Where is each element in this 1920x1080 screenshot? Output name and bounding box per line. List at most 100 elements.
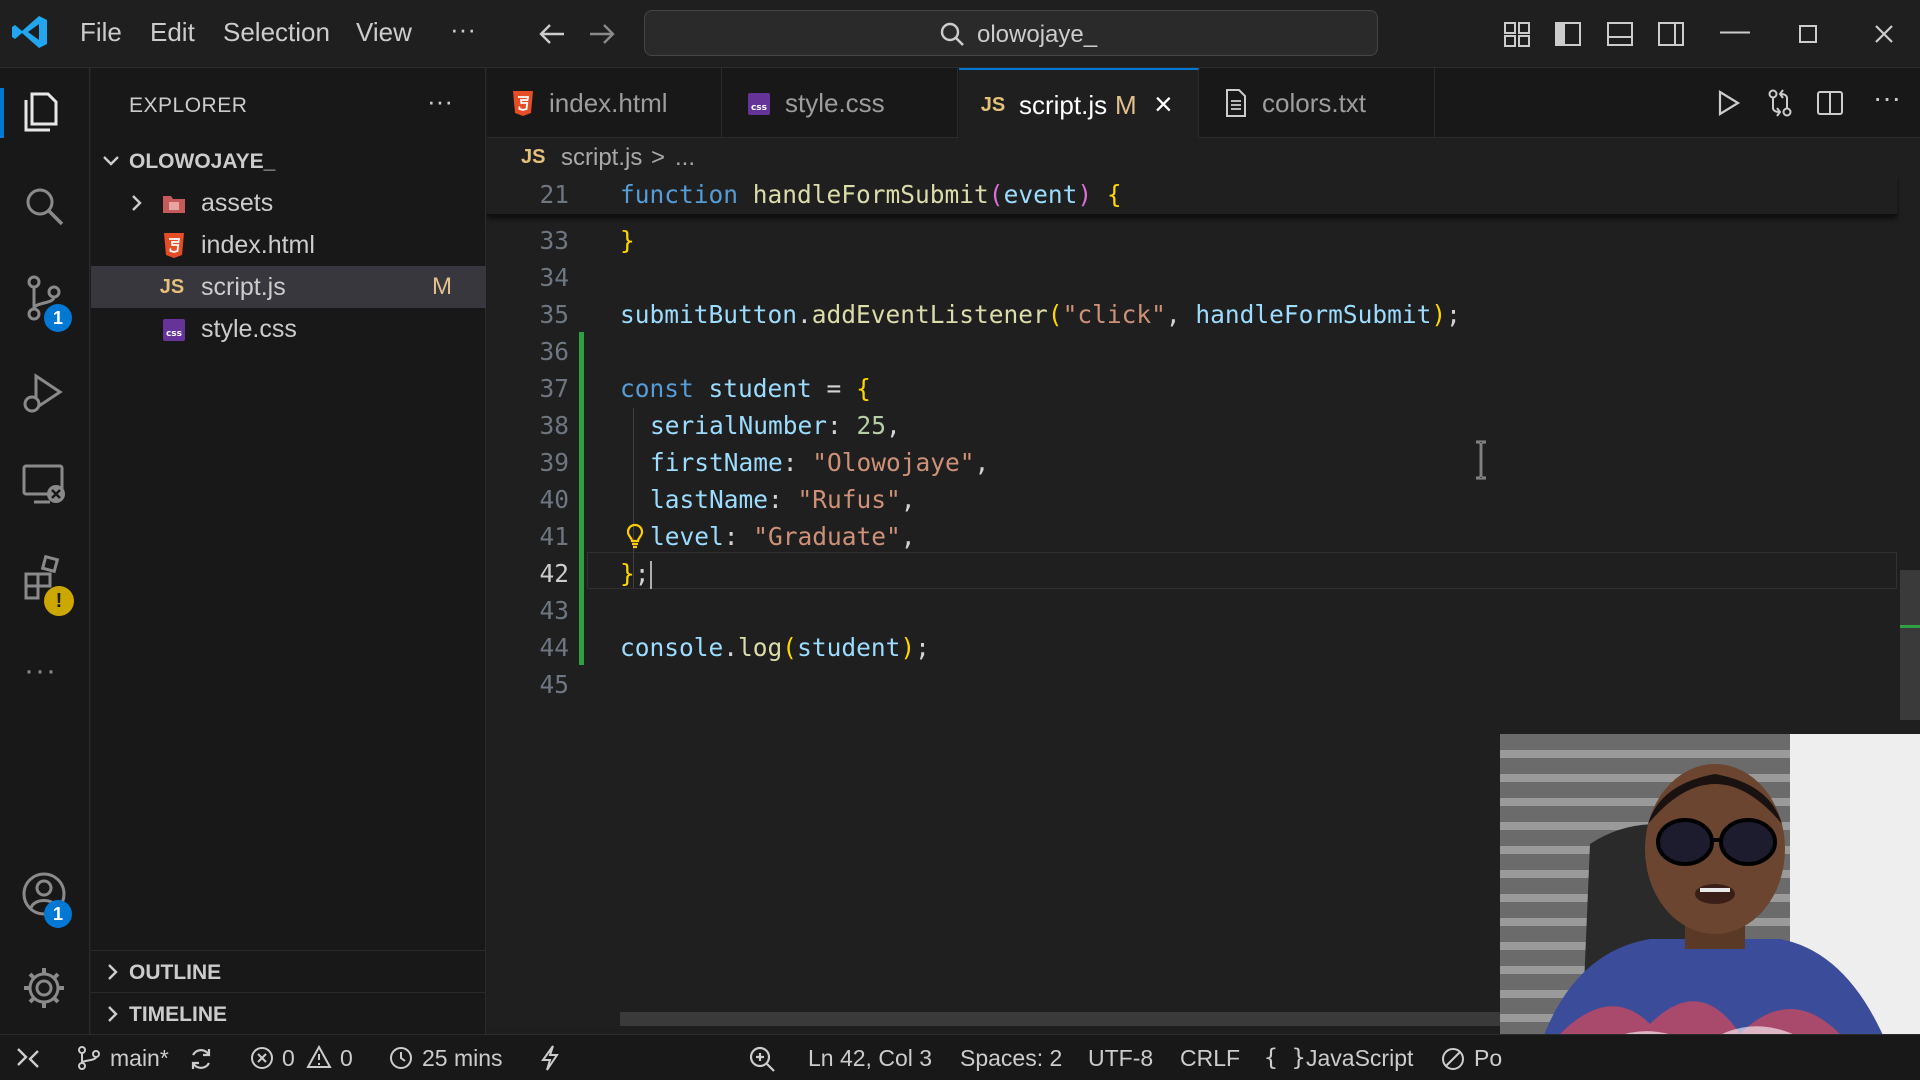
menu-more[interactable]: ···: [450, 14, 476, 45]
maximize-icon[interactable]: [1798, 24, 1818, 44]
sync-icon[interactable]: [188, 1046, 214, 1072]
sticky-scroll-header[interactable]: 21 function handleFormSubmit(event) {: [487, 176, 1897, 216]
css-file-icon: css: [745, 88, 773, 118]
code-line: 33 }: [487, 222, 1897, 259]
end-of-line[interactable]: CRLF: [1180, 1045, 1240, 1072]
minimize-icon[interactable]: —: [1715, 14, 1755, 48]
code-line: 44 console.log(student);: [487, 629, 1897, 666]
code-line: 37 const student = {: [487, 370, 1897, 407]
more-views-icon[interactable]: ···: [24, 654, 57, 688]
code-token: {: [1106, 180, 1122, 209]
code-token: :: [782, 448, 813, 477]
compare-changes-icon[interactable]: [1765, 88, 1795, 118]
vertical-scrollbar[interactable]: [1900, 180, 1920, 725]
html-file-icon: [161, 231, 187, 259]
braces-icon: { }: [1264, 1045, 1306, 1071]
code-token: ): [900, 633, 916, 662]
more-actions-icon[interactable]: ···: [1873, 82, 1901, 114]
prettier-disabled-icon[interactable]: [1440, 1046, 1466, 1072]
tab-index-html[interactable]: index.html: [487, 68, 722, 138]
indentation[interactable]: Spaces: 2: [960, 1045, 1062, 1072]
tree-item-script-js[interactable]: JS script.js M: [91, 266, 486, 308]
code-token: ,: [974, 448, 990, 477]
code-line: 42 };: [487, 555, 1897, 592]
code-token: (: [782, 633, 798, 662]
toggle-secondary-sidebar-icon[interactable]: [1657, 20, 1685, 48]
warning-count[interactable]: 0: [340, 1045, 353, 1072]
workspace-root-label: OLOWOJAYE_: [129, 150, 276, 173]
git-branch-icon: [78, 1046, 100, 1070]
code-token: lastName: [650, 485, 769, 514]
active-view-indicator: [0, 88, 4, 138]
tree-item-style-css[interactable]: css style.css: [91, 308, 486, 350]
tree-item-label: index.html: [201, 231, 315, 259]
explorer-more-icon[interactable]: ···: [427, 86, 453, 117]
chevron-right-icon: [108, 1006, 118, 1022]
status-bar: main* 0 0 25 mins Ln 42, Col 3 Spaces: 2…: [0, 1034, 1920, 1080]
code-token: 25: [856, 411, 887, 440]
search-icon[interactable]: [20, 182, 68, 230]
lightning-icon[interactable]: [538, 1044, 562, 1072]
tab-label: script.js: [1019, 90, 1108, 120]
code-line: 45: [487, 666, 1897, 703]
toggle-primary-sidebar-icon[interactable]: [1554, 20, 1582, 48]
close-tab-icon[interactable]: ×: [1154, 86, 1173, 123]
error-count[interactable]: 0: [282, 1045, 295, 1072]
zoom-icon[interactable]: [748, 1045, 776, 1073]
tree-item-index-html[interactable]: index.html: [91, 224, 486, 266]
code-token: .: [723, 633, 739, 662]
menu-view[interactable]: View: [356, 17, 412, 48]
outline-label: OUTLINE: [129, 961, 222, 984]
toggle-panel-icon[interactable]: [1606, 20, 1634, 48]
tab-style-css[interactable]: css style.css: [723, 68, 958, 138]
encoding[interactable]: UTF-8: [1088, 1045, 1153, 1072]
tab-script-js[interactable]: JS script.js M ×: [959, 68, 1199, 138]
prettier-label[interactable]: Po: [1474, 1045, 1502, 1072]
mouse-ibeam-cursor-icon: [1476, 440, 1486, 480]
code-token: .: [797, 300, 812, 329]
menu-edit[interactable]: Edit: [150, 17, 195, 48]
cursor-position[interactable]: Ln 42, Col 3: [808, 1045, 932, 1072]
session-time[interactable]: 25 mins: [422, 1045, 503, 1072]
js-file-icon: JS: [980, 94, 1006, 116]
timeline-section[interactable]: TIMELINE: [91, 992, 486, 1034]
code-token: ): [1431, 300, 1447, 329]
run-and-debug-icon[interactable]: [20, 368, 68, 416]
code-line: 41 level: "Graduate",: [487, 518, 1897, 555]
menu-selection[interactable]: Selection: [223, 17, 330, 48]
explorer-title: EXPLORER: [129, 94, 248, 117]
back-arrow-icon[interactable]: [538, 22, 566, 46]
explorer-files-icon[interactable]: [20, 88, 68, 136]
code-token: student: [797, 633, 901, 662]
history-clock-icon[interactable]: [388, 1045, 414, 1071]
close-window-icon[interactable]: [1874, 24, 1894, 44]
warning-icon[interactable]: [306, 1045, 332, 1069]
code-token: (: [988, 180, 1004, 209]
git-branch-label[interactable]: main*: [110, 1045, 169, 1072]
remote-explorer-icon[interactable]: [20, 460, 68, 508]
forward-arrow-icon[interactable]: [588, 22, 616, 46]
language-mode[interactable]: JavaScript: [1306, 1045, 1413, 1072]
code-token: ,: [886, 411, 901, 440]
run-code-icon[interactable]: [1713, 88, 1743, 118]
settings-gear-icon[interactable]: [20, 964, 68, 1012]
code-token: function: [620, 180, 739, 209]
horizontal-scrollbar[interactable]: [620, 1012, 1520, 1026]
outline-section[interactable]: OUTLINE: [91, 950, 486, 992]
breadcrumb-symbols[interactable]: ...: [675, 144, 695, 172]
tree-item-assets[interactable]: assets: [91, 182, 486, 224]
workspace-root[interactable]: OLOWOJAYE_: [91, 140, 486, 182]
menu-file[interactable]: File: [80, 17, 122, 48]
error-icon[interactable]: [250, 1046, 274, 1070]
split-editor-icon[interactable]: [1815, 88, 1845, 118]
tab-label: colors.txt: [1262, 88, 1367, 118]
customize-layout-icon[interactable]: [1503, 20, 1531, 48]
tab-colors-txt[interactable]: colors.txt: [1200, 68, 1435, 138]
lightbulb-icon[interactable]: [625, 522, 645, 550]
command-center-search[interactable]: olowojaye_: [644, 10, 1378, 56]
tab-label: style.css: [785, 88, 885, 118]
code-line: 34: [487, 259, 1897, 296]
breadcrumb-file[interactable]: script.js: [561, 144, 642, 172]
breadcrumb: JS script.js > ...: [487, 140, 1920, 176]
remote-indicator-icon[interactable]: [0, 1035, 56, 1080]
